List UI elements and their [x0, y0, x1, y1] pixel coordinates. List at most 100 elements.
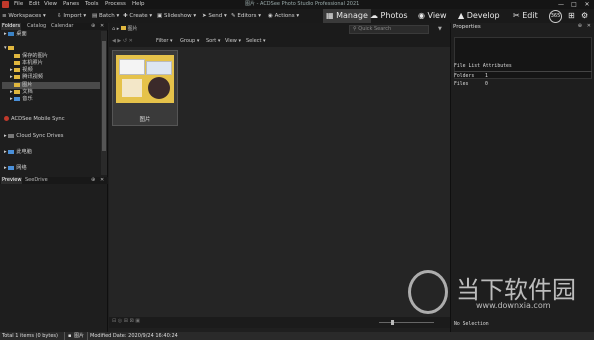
- filter-funnel-icon[interactable]: ▼: [438, 23, 442, 36]
- status-bar: Total 1 items (0 bytes) ▪ 图片 Modified Da…: [0, 332, 594, 340]
- menu-help[interactable]: Help: [132, 0, 145, 9]
- footer-tool-icons[interactable]: ⊟ ◎ ⊞ ⊠ ▣: [112, 318, 140, 324]
- path-label: 图片: [127, 26, 138, 32]
- zoom-slider-thumb[interactable]: [391, 320, 394, 325]
- tree-item-saved-pictures[interactable]: 保存的图片: [14, 53, 114, 60]
- properties-title: Properties: [453, 24, 481, 30]
- network-icon: [8, 165, 15, 170]
- view-menu[interactable]: View ▾: [225, 36, 241, 47]
- watermark-text: 当下软件园: [456, 276, 576, 304]
- folder-icon: [120, 26, 126, 30]
- view-mode-button[interactable]: ◉ View: [418, 9, 447, 23]
- sort-menu[interactable]: Sort ▾: [206, 36, 220, 47]
- tree-item-pictures[interactable]: 图片: [2, 82, 100, 89]
- maximize-button[interactable]: □: [568, 0, 580, 9]
- pin-icon[interactable]: ⊕: [578, 23, 582, 29]
- tree-item-tencent-video[interactable]: ▸ 腾讯视频: [10, 74, 110, 81]
- tree-item-camera-roll[interactable]: 本机照片: [14, 60, 114, 67]
- folders-tabs: Folders Catalog Calendar ⊕ ✕: [0, 23, 108, 30]
- tab-seedrive[interactable]: SeeDrive: [24, 177, 49, 184]
- cloud-icon: [8, 133, 15, 138]
- computer-icon: [8, 149, 15, 154]
- 365-badge[interactable]: 365: [549, 10, 562, 23]
- tree-item-videos[interactable]: ▸ 视频: [10, 67, 110, 74]
- watermark-url: www.downxia.com: [476, 301, 551, 310]
- folder-icon: [8, 45, 15, 50]
- close-pane-icon[interactable]: ✕: [99, 23, 105, 30]
- folder-icon: [14, 82, 20, 87]
- divider: [87, 332, 88, 340]
- files-label: Files: [454, 82, 469, 87]
- select-menu[interactable]: Select ▾: [246, 36, 266, 47]
- files-value: 0: [485, 82, 488, 87]
- develop-mode-button[interactable]: ▲ Develop: [458, 9, 500, 23]
- tab-folders[interactable]: Folders: [1, 23, 22, 30]
- status-modified: Modified Date: 2020/9/24 16:40:24: [90, 333, 178, 339]
- settings-icon[interactable]: ⚙: [581, 9, 588, 23]
- menu-file[interactable]: File: [14, 0, 23, 9]
- filter-bar: ◀ ▶ ↺ ✕ Filter ▾ Group ▾ Sort ▾ View ▾ S…: [109, 36, 450, 47]
- manage-mode-button[interactable]: ▦ Manage: [323, 9, 371, 23]
- main-toolbar: ≡ Workspaces ▾ ⇩ Import ▾ ▤ Batch ▾ ✚ Cr…: [0, 9, 594, 23]
- file-list: 图片: [109, 47, 450, 317]
- minimize-button[interactable]: —: [555, 0, 567, 9]
- folder-icon: [14, 74, 21, 79]
- tree-item-desktop[interactable]: ▸ 桌面: [4, 31, 104, 38]
- folders-scrollbar[interactable]: [101, 31, 107, 175]
- edit-mode-button[interactable]: ✂ Edit: [513, 9, 538, 23]
- tree-item-network[interactable]: ▸ 网络: [4, 165, 104, 172]
- filter-menu[interactable]: Filter ▾: [156, 36, 173, 47]
- thumbnail-label: 图片: [139, 117, 151, 123]
- tab-calendar[interactable]: Calendar: [50, 23, 74, 30]
- photos-mode-button[interactable]: ☁ Photos: [370, 9, 408, 23]
- dashboard-icon[interactable]: ⊞: [568, 9, 575, 23]
- send-menu[interactable]: ➤ Send ▾: [202, 9, 227, 23]
- thumbnail-item[interactable]: 图片: [112, 50, 178, 126]
- close-pane-icon[interactable]: ✕: [587, 23, 591, 29]
- zoom-slider[interactable]: [379, 320, 434, 325]
- nav-buttons[interactable]: ⌂ ▸ 图片: [112, 23, 137, 36]
- tree-item-mobile-sync[interactable]: ACDSee Mobile Sync: [4, 116, 104, 123]
- folder-icon: [14, 60, 20, 65]
- tree-item-this-pc[interactable]: ▸ 此电脑: [4, 149, 104, 156]
- divider: [454, 71, 592, 72]
- menu-view[interactable]: View: [44, 0, 57, 9]
- acdsee-logo-icon: [2, 1, 9, 8]
- close-button[interactable]: ✕: [581, 0, 593, 9]
- menu-process[interactable]: Process: [105, 0, 126, 9]
- preview-pane: Preview SeeDrive ⊕ ✕: [0, 176, 108, 332]
- import-menu[interactable]: ⇩ Import ▾: [57, 9, 86, 23]
- status-total: Total 1 items (0 bytes): [2, 333, 58, 339]
- scrollbar-thumb[interactable]: [102, 41, 106, 151]
- mobile-sync-icon: [4, 116, 9, 121]
- pin-icon[interactable]: ⊕: [90, 177, 96, 184]
- history-buttons[interactable]: ◀ ▶ ↺ ✕: [112, 36, 133, 47]
- tree-item-music[interactable]: ▸ 音乐: [10, 96, 110, 103]
- tree-item-cloud-sync[interactable]: ▸ Cloud Sync Drives: [4, 133, 104, 140]
- tab-preview[interactable]: Preview: [1, 177, 23, 184]
- tab-catalog[interactable]: Catalog: [26, 23, 47, 30]
- slideshow-menu[interactable]: ▣ Slideshow ▾: [157, 9, 196, 23]
- folders-pane: Folders Catalog Calendar ⊕ ✕ ▸ 桌面 ▾ 保存的图…: [0, 23, 108, 176]
- properties-preview-box: [454, 37, 592, 79]
- watermark-logo-icon: [408, 270, 448, 314]
- folder-icon: [14, 67, 21, 72]
- menu-tools[interactable]: Tools: [85, 0, 99, 9]
- actions-menu[interactable]: ◉ Actions ▾: [268, 9, 299, 23]
- group-menu[interactable]: Group ▾: [180, 36, 199, 47]
- editors-menu[interactable]: ✎ Editors ▾: [231, 9, 261, 23]
- quick-search-input[interactable]: ⚲ Quick Search: [349, 25, 429, 34]
- window-title: 图片 - ACDSee Photo Studio Professional 20…: [245, 1, 360, 7]
- menu-panes[interactable]: Panes: [63, 0, 79, 9]
- tree-item-user[interactable]: ▾: [4, 45, 104, 52]
- status-folder: 图片: [74, 333, 85, 339]
- workspaces-menu[interactable]: ≡ Workspaces ▾: [2, 9, 46, 23]
- batch-menu[interactable]: ▤ Batch ▾: [92, 9, 119, 23]
- pin-icon[interactable]: ⊕: [90, 23, 96, 30]
- menu-edit[interactable]: Edit: [29, 0, 40, 9]
- tree-item-documents[interactable]: ▸ 文档: [10, 89, 110, 96]
- close-pane-icon[interactable]: ✕: [99, 177, 105, 184]
- create-menu[interactable]: ✚ Create ▾: [123, 9, 152, 23]
- file-list-footer: ⊟ ◎ ⊞ ⊠ ▣: [109, 317, 450, 328]
- folder-icon: [14, 89, 21, 94]
